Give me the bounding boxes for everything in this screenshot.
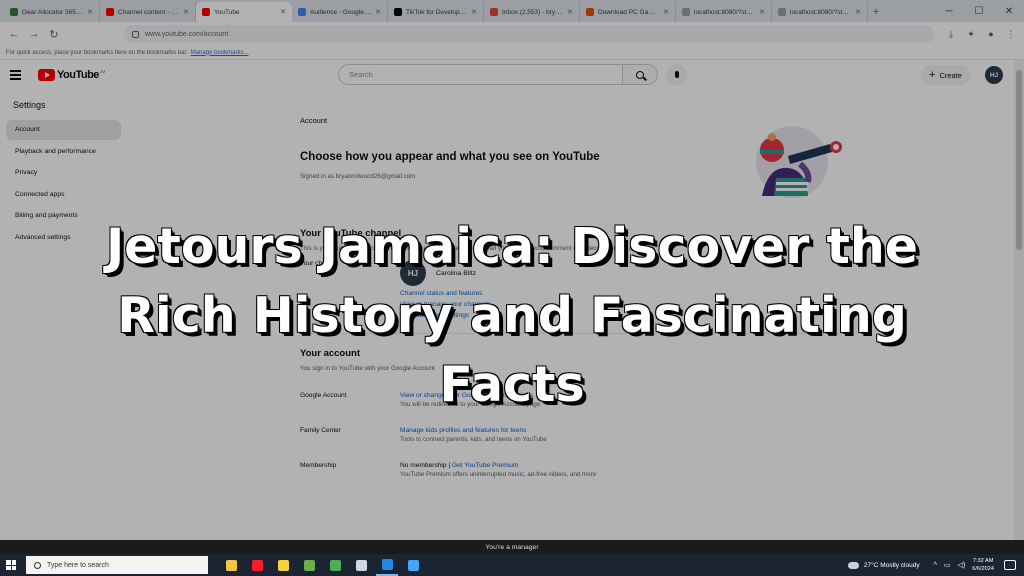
taskbar-search[interactable]: Type here to search xyxy=(26,556,208,574)
taskbar-app-photo-app[interactable] xyxy=(298,554,320,576)
system-tray: 27°C Mostly cloudy ^ ▭ ◁) 7:32 AM 6/6/20… xyxy=(847,554,1024,576)
volume-icon[interactable]: ◁) xyxy=(958,561,966,569)
clock[interactable]: 7:32 AM 6/6/2024 xyxy=(972,557,994,573)
edge-browser-icon xyxy=(381,558,393,570)
taskbar-app-edge-browser[interactable] xyxy=(376,554,398,576)
clock-time: 7:32 AM xyxy=(972,558,994,564)
taskbar-apps xyxy=(220,554,424,576)
clock-date: 6/6/2024 xyxy=(972,566,994,572)
maps-app-icon xyxy=(329,559,341,571)
text-app-icon xyxy=(355,559,367,571)
taskbar-search-placeholder: Type here to search xyxy=(47,561,109,569)
cloud-icon xyxy=(847,561,859,569)
taskbar-app-maps-app[interactable] xyxy=(324,554,346,576)
taskbar-app-globe-app[interactable] xyxy=(402,554,424,576)
taskbar-search-icon xyxy=(34,561,41,569)
weather-text: 27°C Mostly cloudy xyxy=(863,561,920,569)
network-icon[interactable]: ▭ xyxy=(944,561,951,569)
windows-taskbar: Type here to search 27°C Mostly cloudy ^… xyxy=(0,554,1024,576)
opera-icon xyxy=(251,559,263,571)
overlay-title: Jetours Jamaica: Discover the Rich Histo… xyxy=(105,218,919,413)
taskbar-app-file-explorer[interactable] xyxy=(220,554,242,576)
sticky-notes-icon xyxy=(277,559,289,571)
screen: Gear Allocator 365 Ultra✕Channel content… xyxy=(0,0,1024,576)
globe-app-icon xyxy=(407,559,419,571)
chevron-up-icon[interactable]: ^ xyxy=(934,562,937,569)
windows-logo-icon xyxy=(6,560,16,570)
start-button[interactable] xyxy=(0,554,22,576)
taskbar-app-opera[interactable] xyxy=(246,554,268,576)
taskbar-app-sticky-notes[interactable] xyxy=(272,554,294,576)
manager-banner: You're a manager xyxy=(0,540,1024,554)
taskbar-app-text-app[interactable] xyxy=(350,554,372,576)
weather-widget[interactable]: 27°C Mostly cloudy xyxy=(847,561,920,569)
photo-app-icon xyxy=(303,559,315,571)
notifications-icon[interactable] xyxy=(1004,560,1016,570)
file-explorer-icon xyxy=(225,559,237,571)
